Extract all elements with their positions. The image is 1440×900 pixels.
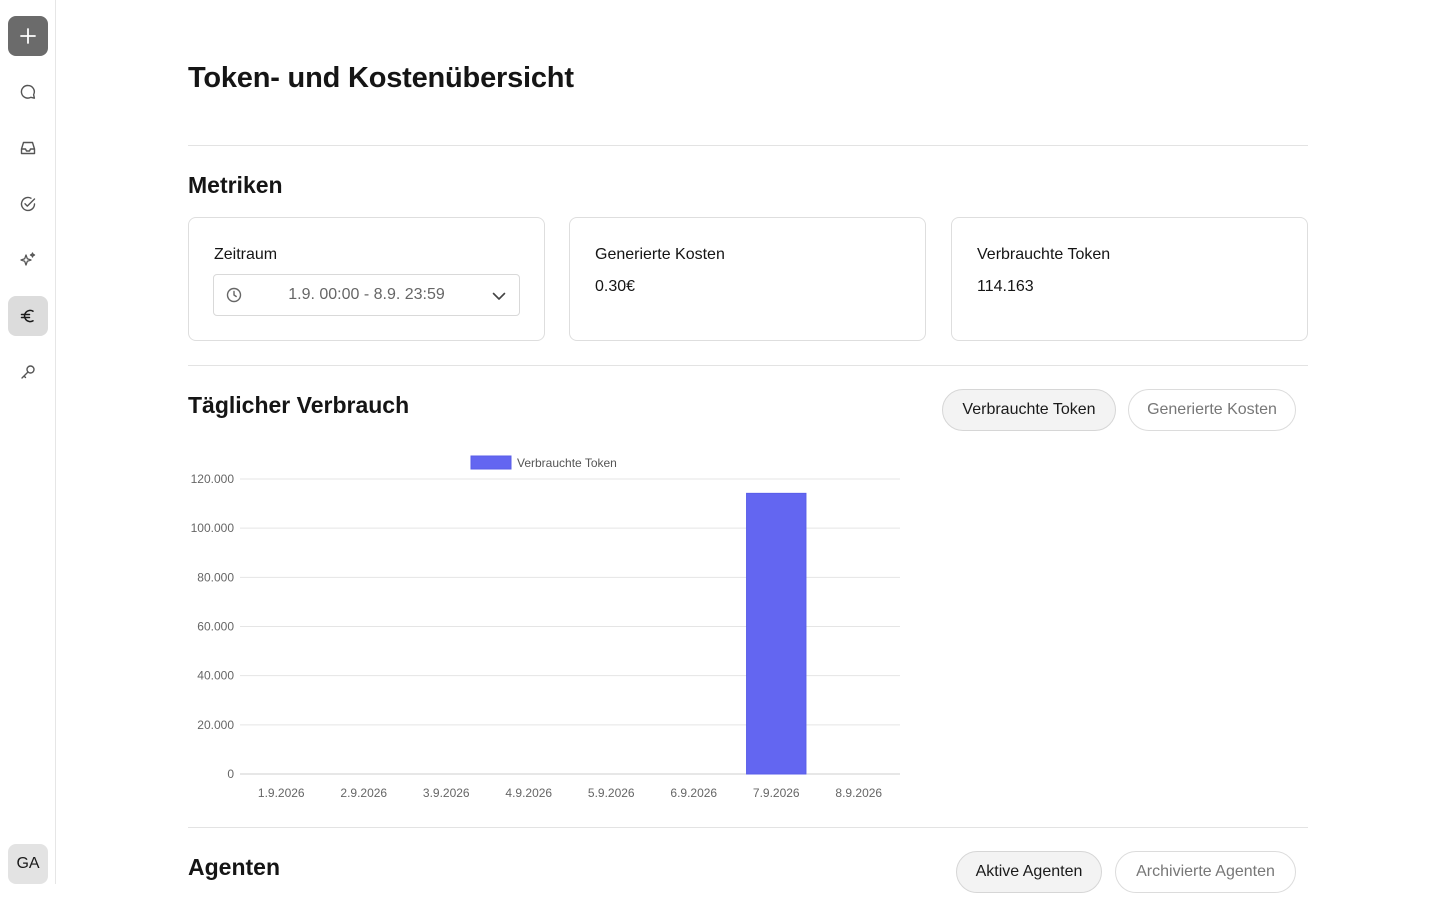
y-tick-label: 60.000: [197, 620, 234, 634]
divider: [188, 827, 1308, 828]
x-tick-label: 6.9.2026: [670, 786, 717, 800]
y-tick-label: 100.000: [191, 521, 235, 535]
sidebar-item-costs[interactable]: [8, 296, 48, 336]
new-chat-button[interactable]: [8, 16, 48, 56]
check-circle-icon: [20, 196, 36, 212]
key-icon: [21, 365, 35, 379]
daily-usage-title: Täglicher Verbrauch: [188, 392, 410, 418]
x-tick-label: 5.9.2026: [588, 786, 635, 800]
tab-active-agents[interactable]: Aktive Agenten: [956, 851, 1102, 893]
x-tick-label: 2.9.2026: [340, 786, 387, 800]
chart-svg: 0 20.000 40.000 60.000 80.000 100.000 120.000 1…: [191, 455, 900, 800]
x-tick-label: 7.9.2026: [753, 786, 800, 800]
y-tick-label: 0: [227, 767, 234, 781]
sidebar: GA: [0, 0, 56, 884]
y-tick-label: 20.000: [197, 718, 234, 732]
chevron-down-icon: [492, 292, 506, 300]
avatar[interactable]: GA: [8, 844, 48, 884]
x-tick-label: 1.9.2026: [258, 786, 305, 800]
sidebar-item-chat[interactable]: [8, 72, 48, 112]
tab-archived-agents[interactable]: Archivierte Agenten: [1115, 851, 1296, 893]
cost-card: Generierte Kosten 0.30€: [569, 217, 926, 341]
x-tick-label: 8.9.2026: [835, 786, 882, 800]
tab-costs[interactable]: Generierte Kosten: [1128, 389, 1296, 431]
sparkle-icon: [20, 252, 36, 266]
x-tick-label: 3.9.2026: [423, 786, 470, 800]
period-value: 1.9. 00:00 - 8.9. 23:59: [288, 286, 445, 303]
x-tick-label: 4.9.2026: [505, 786, 552, 800]
plus-icon: [20, 28, 36, 44]
tokens-value: 114.163: [977, 278, 1034, 295]
agents-title: Agenten: [188, 854, 280, 880]
cost-label: Generierte Kosten: [595, 246, 725, 263]
divider: [188, 145, 1308, 146]
divider: [188, 365, 1308, 366]
y-tick-label: 40.000: [197, 669, 234, 683]
y-tick-label: 80.000: [197, 570, 234, 584]
main-content: Token- und Kostenübersicht Metriken Zeit…: [188, 0, 1308, 900]
tokens-label: Verbrauchte Token: [977, 246, 1111, 263]
sidebar-item-inbox[interactable]: [8, 128, 48, 168]
cost-value: 0.30€: [595, 278, 636, 295]
legend-label: Verbrauchte Token: [517, 456, 617, 470]
euro-icon: [20, 309, 34, 323]
chat-bubble-icon: [20, 84, 36, 99]
sidebar-item-ai[interactable]: [8, 240, 48, 280]
y-tick-label: 120.000: [191, 472, 235, 486]
tokens-card: Verbrauchte Token 114.163: [951, 217, 1308, 341]
page-title: Token- und Kostenübersicht: [188, 62, 574, 94]
daily-usage-chart: 0 20.000 40.000 60.000 80.000 100.000 120.000 1…: [188, 450, 908, 810]
tab-tokens[interactable]: Verbrauchte Token: [942, 389, 1116, 431]
sidebar-item-keys[interactable]: [8, 352, 48, 392]
sidebar-item-tasks[interactable]: [8, 184, 48, 224]
bar: [746, 492, 807, 775]
period-card: Zeitraum 1.9. 00:00 - 8.9. 23:59: [188, 217, 545, 341]
period-label: Zeitraum: [214, 246, 278, 263]
inbox-icon: [20, 141, 36, 155]
legend-swatch: [470, 455, 512, 470]
metrics-title: Metriken: [188, 172, 283, 198]
period-select[interactable]: 1.9. 00:00 - 8.9. 23:59: [213, 274, 520, 316]
